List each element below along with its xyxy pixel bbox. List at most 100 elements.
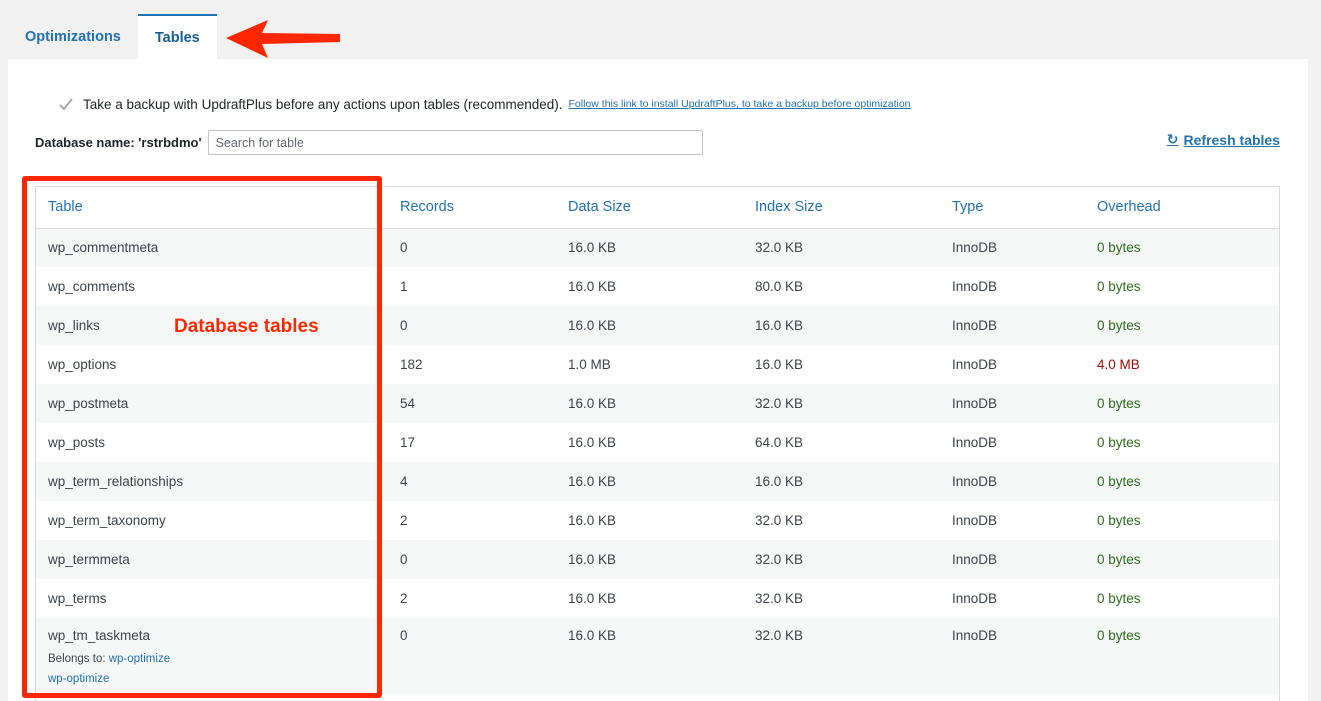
plugin-link[interactable]: wp-optimize <box>48 673 109 685</box>
cell-overhead: 0 bytes <box>1085 618 1279 694</box>
cell-type: InnoDB <box>952 591 998 606</box>
cell-index-size: 32.0 KB <box>755 591 804 606</box>
belongs-to-info: Belongs to: wp-optimize wp-optimize <box>48 649 388 689</box>
cell-index-size: 32.0 KB <box>743 384 940 423</box>
cell-name: wp_term_relationships <box>36 462 388 501</box>
table-row: wp_commentmeta 0 16.0 KB 32.0 KB InnoDB 0 byt… <box>36 228 1279 267</box>
cell-type: InnoDB <box>940 540 1085 579</box>
table-row: wp_termmeta 0 16.0 KB 32.0 KB InnoDB 0 bytes <box>36 540 1279 579</box>
table-row: wp_postmeta 54 16.0 KB 32.0 KB InnoDB 0 bytes <box>36 384 1279 423</box>
cell-name: wp_postmeta <box>36 384 388 423</box>
cell-name: wp_posts <box>48 435 106 450</box>
cell-index-size: 16.0 KB <box>743 306 940 345</box>
cell-records: 2 <box>400 513 408 528</box>
cell-data-size: 1.0 MB <box>568 357 611 372</box>
col-header-overhead[interactable]: Overhead <box>1085 187 1279 229</box>
cell-name: wp_tm_taskmeta Belongs to: wp-optimize wp-… <box>36 618 388 694</box>
cell-overhead: 0 bytes <box>1097 513 1141 528</box>
cell-name: wp_termmeta <box>36 540 388 579</box>
cell-name: wp_options <box>48 357 117 372</box>
col-header-type[interactable]: Type <box>940 187 1085 229</box>
cell-records: 0 <box>388 618 556 694</box>
cell-overhead: 0 bytes <box>1097 435 1141 450</box>
table-header-row: Table Records Data Size Index Size Type … <box>36 187 1279 229</box>
cell-records: 17 <box>400 435 416 450</box>
tab-optimizations[interactable]: Optimizations <box>8 14 138 60</box>
tables-panel: Take a backup with UpdraftPlus before an… <box>8 59 1308 701</box>
search-table-input[interactable] <box>207 130 703 155</box>
table-row: wp_tm_taskmeta Belongs to: wp-optimize wp-… <box>36 618 1279 694</box>
install-updraftplus-link[interactable]: Follow this link to install UpdraftPlus,… <box>569 98 911 110</box>
cell-index-size: 16.0 KB <box>755 357 804 372</box>
cell-name: wp_links <box>36 306 388 345</box>
cell-type: InnoDB <box>940 618 1085 694</box>
cell-data-size: 16.0 KB <box>556 618 743 694</box>
cell-data-size: 16.0 KB <box>556 228 743 267</box>
col-header-table[interactable]: Table <box>36 187 388 229</box>
cell-name: wp_comments <box>48 279 136 294</box>
cell-overhead: 0 bytes <box>1085 540 1279 579</box>
refresh-tables-link[interactable]: ↻ Refresh tables <box>1167 131 1280 148</box>
cell-records: 2 <box>400 591 408 606</box>
table-row: wp_terms 2 16.0 KB 32.0 KB InnoDB 0 bytes <box>36 579 1279 618</box>
cell-type: InnoDB <box>952 513 998 528</box>
cell-index-size: 32.0 KB <box>743 540 940 579</box>
cell-type: InnoDB <box>952 279 998 294</box>
refresh-icon: ↻ <box>1166 131 1179 147</box>
cell-name: wp_commentmeta <box>36 228 388 267</box>
belongs-to-plugin-link[interactable]: wp-optimize <box>109 653 170 665</box>
cell-type: InnoDB <box>940 462 1085 501</box>
cell-records: 182 <box>400 357 423 372</box>
table-row: wp_options 182 1.0 MB 16.0 KB InnoDB 4.0 MB <box>36 345 1279 384</box>
tab-tables[interactable]: Tables <box>137 14 217 60</box>
cell-data-size: 16.0 KB <box>568 435 617 450</box>
checkmark-icon[interactable] <box>58 96 74 112</box>
cell-records: 4 <box>388 462 556 501</box>
database-name-label: Database name: 'rstrbdmo' <box>35 135 202 150</box>
cell-data-size: 16.0 KB <box>556 540 743 579</box>
cell-type: InnoDB <box>952 357 998 372</box>
database-row: Database name: 'rstrbdmo' <box>35 130 703 155</box>
cell-data-size: 16.0 KB <box>568 591 617 606</box>
table-row: wp_term_relationships 4 16.0 KB 16.0 KB Inno… <box>36 462 1279 501</box>
cell-overhead: 0 bytes <box>1085 462 1279 501</box>
cell-records: 0 <box>388 306 556 345</box>
cell-name: wp_terms <box>48 591 107 606</box>
belongs-to-label: Belongs to: <box>48 653 109 665</box>
cell-data-size: 16.0 KB <box>568 279 617 294</box>
cell-records: 54 <box>388 384 556 423</box>
col-header-records[interactable]: Records <box>388 187 556 229</box>
database-tables-table: Table Records Data Size Index Size Type … <box>35 186 1280 701</box>
cell-type: InnoDB <box>940 228 1085 267</box>
refresh-label: Refresh tables <box>1183 131 1280 148</box>
cell-records: 1 <box>400 279 408 294</box>
cell-overhead: 4.0 MB <box>1097 357 1140 372</box>
cell-overhead: 0 bytes <box>1085 228 1279 267</box>
backup-label: Take a backup with UpdraftPlus before an… <box>83 96 563 112</box>
cell-data-size: 16.0 KB <box>556 306 743 345</box>
cell-name: wp_term_taxonomy <box>48 513 166 528</box>
col-header-index-size[interactable]: Index Size <box>743 187 940 229</box>
cell-overhead: 0 bytes <box>1085 384 1279 423</box>
col-header-data-size[interactable]: Data Size <box>556 187 743 229</box>
annotation-arrow-icon <box>226 20 340 58</box>
cell-overhead: 0 bytes <box>1097 279 1141 294</box>
cell-data-size: 16.0 KB <box>556 462 743 501</box>
cell-type: InnoDB <box>940 306 1085 345</box>
cell-type: InnoDB <box>952 435 998 450</box>
cell-type: InnoDB <box>940 384 1085 423</box>
table-row: wp_links 0 16.0 KB 16.0 KB InnoDB 0 bytes <box>36 306 1279 345</box>
cell-index-size: 32.0 KB <box>743 228 940 267</box>
cell-records: 0 <box>388 540 556 579</box>
tab-bar: Optimizations Tables <box>8 14 217 60</box>
table-row: wp_term_taxonomy 2 16.0 KB 32.0 KB InnoDB 0 b… <box>36 501 1279 540</box>
table-row: wp_comments 1 16.0 KB 80.0 KB InnoDB 0 bytes <box>36 267 1279 306</box>
cell-records: 0 <box>388 228 556 267</box>
table-row: wp_posts 17 16.0 KB 64.0 KB InnoDB 0 bytes <box>36 423 1279 462</box>
cell-index-size: 80.0 KB <box>755 279 804 294</box>
cell-overhead: 0 bytes <box>1097 591 1141 606</box>
cell-data-size: 16.0 KB <box>568 513 617 528</box>
backup-option: Take a backup with UpdraftPlus before an… <box>58 96 911 112</box>
cell-overhead: 0 bytes <box>1085 306 1279 345</box>
cell-data-size: 16.0 KB <box>556 384 743 423</box>
